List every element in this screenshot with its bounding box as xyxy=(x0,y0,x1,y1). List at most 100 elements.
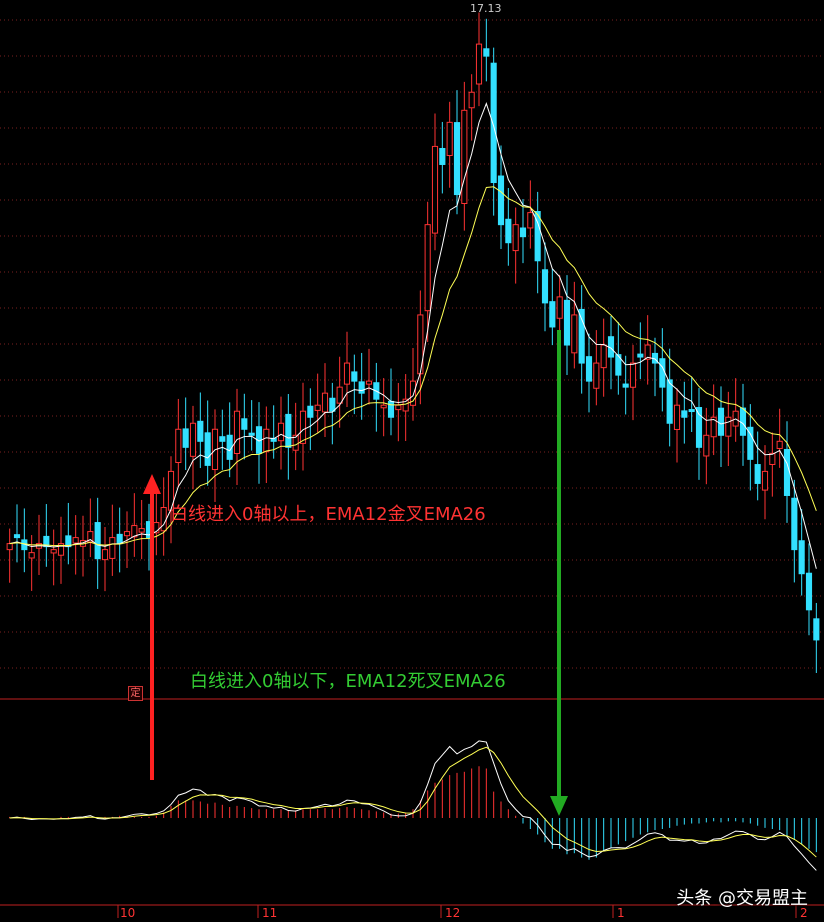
candle-body xyxy=(285,413,292,448)
candle-body xyxy=(329,397,336,412)
candle-body xyxy=(241,418,248,430)
candle-body xyxy=(28,552,35,559)
candle-body xyxy=(116,533,123,545)
candle-body xyxy=(761,470,769,491)
candle-body xyxy=(637,353,644,358)
candle-body xyxy=(563,299,571,346)
candle-body xyxy=(50,549,57,554)
max-price-label: 17.13 xyxy=(470,2,502,15)
candle-body xyxy=(571,314,578,354)
candle-body xyxy=(189,422,197,457)
candle-body xyxy=(446,121,453,156)
candle-body xyxy=(343,362,351,385)
candle-body xyxy=(541,269,549,304)
candle-body xyxy=(6,543,13,551)
candle-body xyxy=(549,301,556,328)
candle-body xyxy=(13,534,21,539)
candle-body xyxy=(160,507,167,532)
candle-body xyxy=(769,452,776,465)
candle-body xyxy=(659,358,666,388)
candle-body xyxy=(475,43,483,85)
candle-body xyxy=(813,618,820,641)
candle-body xyxy=(461,109,468,204)
candle-body xyxy=(776,440,783,449)
candle-body xyxy=(585,356,593,382)
candle-body xyxy=(351,371,358,382)
candle-body xyxy=(783,448,791,496)
candle-body xyxy=(307,405,314,418)
candle-body xyxy=(101,549,109,561)
watermark: 头条 @交易盟主 xyxy=(676,888,808,909)
candle-body xyxy=(629,362,637,388)
candle-body xyxy=(109,537,116,559)
candle-body xyxy=(600,344,607,369)
candle-body xyxy=(527,212,534,229)
candle-body xyxy=(739,407,747,436)
candle-body xyxy=(717,407,725,436)
candle-body xyxy=(94,522,101,560)
candle-body xyxy=(424,224,431,312)
ding-badge: 定 xyxy=(128,686,143,701)
candle-body xyxy=(248,432,255,436)
candle-body xyxy=(314,404,321,411)
candle-body xyxy=(754,464,761,484)
candle-body xyxy=(336,386,343,404)
candle-body xyxy=(666,379,673,424)
candle-body xyxy=(593,362,600,389)
candle-body xyxy=(798,540,805,575)
golden-cross-annotation: 白线进入0轴以上，EMA12金叉EMA26 xyxy=(170,504,486,525)
candle-body xyxy=(299,410,307,444)
candle-body xyxy=(365,380,373,385)
candle-body xyxy=(519,227,527,238)
candle-body xyxy=(703,434,710,457)
candle-body xyxy=(263,428,270,453)
candle-body xyxy=(321,392,329,413)
candle-body xyxy=(453,122,461,196)
candle-body xyxy=(358,381,365,394)
candle-body xyxy=(439,147,446,165)
candle-body xyxy=(233,410,241,454)
candle-body xyxy=(483,48,490,57)
candle-body xyxy=(387,400,395,418)
candle-body xyxy=(277,422,285,442)
candle-body xyxy=(791,497,798,551)
candlestick-series xyxy=(6,12,820,673)
candle-body xyxy=(556,296,563,319)
candle-body xyxy=(380,404,387,409)
candle-body xyxy=(505,218,512,244)
x-tick-label: 12 xyxy=(445,906,461,920)
candle-body xyxy=(725,416,732,437)
candle-body xyxy=(497,175,505,226)
dif-line xyxy=(9,740,817,871)
x-tick-label: 11 xyxy=(262,906,278,920)
candle-body xyxy=(681,410,688,418)
candle-body xyxy=(805,572,813,611)
x-tick-label: 10 xyxy=(120,906,136,920)
candle-body xyxy=(138,528,145,533)
death-cross-annotation: 白线进入0轴以下，EMA12死叉EMA26 xyxy=(190,671,506,692)
x-tick-label: 2 xyxy=(800,906,808,920)
candle-body xyxy=(72,537,79,544)
candle-body xyxy=(578,308,585,364)
candle-body xyxy=(204,432,211,466)
candle-body xyxy=(622,383,629,388)
candle-body xyxy=(197,420,204,442)
candle-body xyxy=(673,404,681,430)
candle-body xyxy=(219,436,226,442)
candle-body xyxy=(490,62,497,184)
x-tick-label: 1 xyxy=(617,906,625,920)
chart-canvas xyxy=(0,12,824,918)
candle-body xyxy=(123,531,131,537)
candle-body xyxy=(395,404,402,411)
golden-cross-arrow xyxy=(143,474,161,780)
dea-line xyxy=(9,746,817,858)
candle-body xyxy=(431,145,439,234)
ema12-line xyxy=(9,102,817,569)
candle-body xyxy=(468,91,475,109)
candle-body xyxy=(182,428,189,448)
candle-body xyxy=(175,428,182,464)
price-grid xyxy=(0,19,824,669)
candle-body xyxy=(512,224,519,252)
candle-body xyxy=(688,409,695,413)
death-cross-arrow xyxy=(550,330,568,816)
